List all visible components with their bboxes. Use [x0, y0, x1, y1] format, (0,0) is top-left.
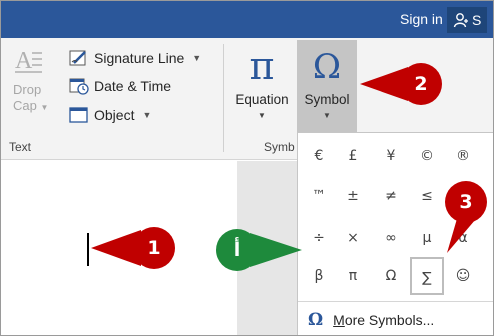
- share-button[interactable]: S: [447, 7, 488, 33]
- symbol-cell[interactable]: ®: [446, 137, 480, 175]
- symbol-cell[interactable]: ∞: [374, 219, 408, 257]
- person-icon: [453, 13, 468, 28]
- pi-icon: π: [249, 44, 275, 88]
- object-label: Object: [94, 107, 135, 123]
- signature-icon: [69, 50, 86, 66]
- text-group-label: Text: [9, 140, 32, 154]
- more-symbols-button[interactable]: Ω More Symbols...: [298, 301, 493, 335]
- symbol-label: Symbol: [304, 92, 350, 107]
- symbol-cell[interactable]: ÷: [302, 219, 336, 257]
- callout-1-label: 1: [147, 237, 161, 259]
- symbol-cell[interactable]: ©: [410, 137, 444, 175]
- equation-label: Equation: [235, 92, 289, 107]
- symbols-group-label: Symb: [264, 140, 295, 154]
- share-label: S: [472, 12, 482, 28]
- callout-1: 1: [91, 227, 175, 269]
- symbol-cell[interactable]: Ω: [374, 257, 408, 295]
- symbol-cell[interactable]: ≠: [374, 177, 408, 215]
- symbol-cell[interactable]: β: [302, 257, 336, 295]
- symbol-cell[interactable]: ☺: [446, 257, 480, 295]
- omega-icon: Ω: [312, 47, 342, 87]
- callout-3: 3: [445, 181, 487, 253]
- symbol-cell[interactable]: ∑: [410, 257, 444, 295]
- title-bar: Sign in S: [1, 1, 493, 38]
- symbol-cell[interactable]: ×: [336, 219, 370, 257]
- object-icon: [69, 107, 88, 123]
- symbol-button[interactable]: Ω Symbol ▼: [297, 40, 357, 136]
- text-cursor: [87, 233, 89, 266]
- word-window: Sign in S A Drop Cap ▼ Signature Line ▼ …: [0, 0, 494, 336]
- callout-2-label: 2: [414, 73, 428, 95]
- callout-alef: أ: [216, 229, 304, 271]
- symbol-cell[interactable]: £: [336, 137, 370, 175]
- signature-line-label: Signature Line: [94, 50, 185, 66]
- group-divider: [223, 44, 224, 152]
- symbol-cell[interactable]: ±: [336, 177, 370, 215]
- more-symbols-label: More Symbols...: [333, 312, 435, 328]
- drop-cap-label-2: Cap ▼: [13, 98, 49, 113]
- symbol-cell[interactable]: π: [336, 257, 370, 295]
- symbol-cell[interactable]: €: [302, 137, 336, 175]
- symbol-cell[interactable]: µ: [410, 219, 444, 257]
- callout-alef-label: أ: [233, 239, 241, 261]
- drop-cap-icon: A: [15, 48, 42, 74]
- symbol-gallery: €£¥©®™±≠≤≥÷×∞µαβπΩ∑☺ Ω More Symbols...: [297, 132, 493, 335]
- drop-cap-label: Drop: [13, 82, 42, 97]
- drop-cap-button[interactable]: A Drop Cap ▼: [13, 46, 53, 146]
- date-time-label: Date & Time: [94, 78, 172, 94]
- date-time-button[interactable]: Date & Time: [69, 75, 171, 97]
- callout-2: 2: [360, 63, 442, 105]
- chevron-down-icon: ▼: [258, 111, 266, 120]
- chevron-down-icon: ▼: [323, 111, 331, 120]
- sign-in-link[interactable]: Sign in: [400, 11, 443, 27]
- symbol-cell[interactable]: ≤: [410, 177, 444, 215]
- chevron-down-icon: ▼: [142, 110, 152, 120]
- symbol-cell[interactable]: ™: [302, 177, 336, 215]
- signature-line-button[interactable]: Signature Line ▼: [69, 47, 201, 69]
- calendar-clock-icon: [69, 78, 89, 95]
- symbol-cell[interactable]: ¥: [374, 137, 408, 175]
- equation-button[interactable]: π Equation ▼: [230, 44, 294, 132]
- svg-text:A: A: [15, 48, 33, 74]
- omega-icon: Ω: [308, 310, 324, 330]
- object-button[interactable]: Object ▼: [69, 104, 151, 126]
- chevron-down-icon: ▼: [192, 53, 202, 63]
- callout-3-label: 3: [459, 191, 473, 213]
